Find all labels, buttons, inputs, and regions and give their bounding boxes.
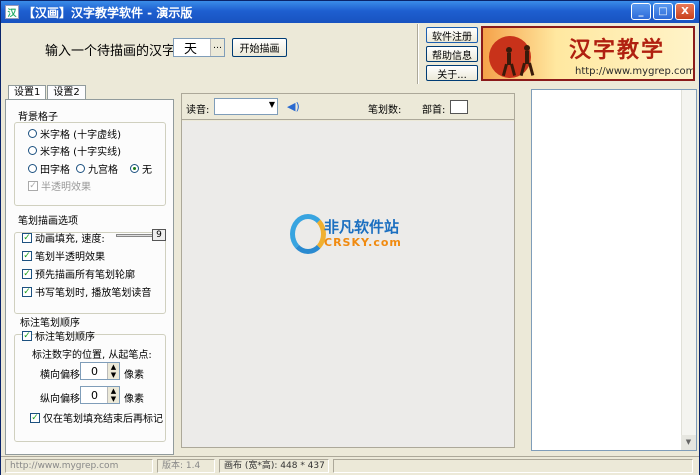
register-button[interactable]: 软件注册 xyxy=(426,27,478,43)
stroke-count-label: 笔划数: xyxy=(368,105,402,116)
h-offset-spinner[interactable]: 0 ▲ ▼ xyxy=(80,362,120,380)
radio-circle xyxy=(28,129,37,138)
radio-grid-dashed[interactable]: 米字格 (十字虚线) xyxy=(28,126,121,141)
v-offset-spinner[interactable]: 0 ▲ ▼ xyxy=(80,386,120,404)
radio-label: 无 xyxy=(142,165,152,176)
brand-banner[interactable]: 汉字教学 http://www.mygrep.com xyxy=(481,26,695,81)
radical-box xyxy=(450,100,468,114)
stroke-order-label: 标注笔划顺序 xyxy=(20,318,80,329)
crsky-logo-icon xyxy=(290,214,326,254)
v-offset-label: 纵向偏移: xyxy=(40,394,84,405)
about-button[interactable]: 关于... xyxy=(426,65,478,81)
speed-slider[interactable]: 9 xyxy=(116,229,166,241)
char-input[interactable]: 天 … xyxy=(173,38,225,57)
radio-label: 田字格 xyxy=(40,165,70,176)
tab-settings2[interactable]: 设置2 xyxy=(47,85,86,100)
main-window: 汉 【汉画】汉字教学软件 - 演示版 _ □ X 输入一个待描画的汉字: 天 …… xyxy=(0,0,700,475)
h-offset-unit: 像素 xyxy=(124,370,144,381)
status-bar: http://www.mygrep.com 版本: 1.4 画布 (宽*高): … xyxy=(1,456,699,475)
walking-people-icon xyxy=(501,45,535,77)
watermark-cn: 非凡软件站 xyxy=(324,218,400,236)
checkbox-label: 动画填充, 速度: xyxy=(35,234,105,245)
app-icon: 汉 xyxy=(5,5,19,19)
radio-label: 米字格 (十字实线) xyxy=(40,147,121,158)
v-offset-value: 0 xyxy=(91,388,98,402)
banner-title: 汉字教学 xyxy=(569,37,666,63)
maximize-button[interactable]: □ xyxy=(653,3,673,20)
char-prompt-label: 输入一个待描画的汉字: xyxy=(45,44,180,59)
checkbox-box: ✓ xyxy=(30,412,40,423)
checkbox-prerender-outline[interactable]: ✓ 预先描画所有笔划轮廓 xyxy=(22,266,135,281)
scroll-down-icon[interactable]: ▼ xyxy=(681,435,696,450)
start-draw-button[interactable]: 开始描画 xyxy=(232,38,287,57)
checkbox-box: ✓ xyxy=(22,250,32,261)
radio-circle xyxy=(28,164,37,173)
position-label: 标注数字的位置, 从起笔点: xyxy=(32,350,152,361)
radio-label: 九宫格 xyxy=(88,165,118,176)
checkbox-play-sound[interactable]: ✓ 书写笔划时, 播放笔划读音 xyxy=(22,284,151,299)
settings-panel: 设置1 设置2 背景格子 米字格 (十字虚线) 米字格 (十字实线) 田字格 九… xyxy=(5,85,174,455)
checkbox-mark-after-fill[interactable]: ✓ 仅在笔划填充结束后再标记 xyxy=(30,410,163,425)
status-version: 版本: 1.4 xyxy=(157,459,215,473)
char-dropdown-button[interactable]: … xyxy=(210,39,224,56)
checkbox-box: ✓ xyxy=(22,268,32,279)
radical-label: 部首: xyxy=(422,105,446,116)
checkbox-anim-fill[interactable]: ✓ 动画填充, 速度: xyxy=(22,230,105,245)
window-title: 【汉画】汉字教学软件 - 演示版 xyxy=(23,5,193,20)
checkbox-mark-order[interactable]: ✓ 标注笔划顺序 xyxy=(22,328,95,343)
radio-circle xyxy=(28,146,37,155)
speed-value: 9 xyxy=(152,229,166,241)
toolbar-separator xyxy=(417,24,419,84)
radio-none[interactable]: 无 xyxy=(130,161,152,176)
checkbox-grid-translucent[interactable]: ✓ 半透明效果 xyxy=(28,178,91,193)
status-url: http://www.mygrep.com xyxy=(5,459,153,473)
checkbox-label: 书写笔划时, 播放笔划读音 xyxy=(35,288,152,299)
watermark: 非凡软件站 CRSKY.com xyxy=(290,214,410,258)
char-info-bar: 读音: ▼ ◀) 笔划数: 部首: xyxy=(182,94,514,120)
help-button[interactable]: 帮助信息 xyxy=(426,46,478,62)
vertical-scrollbar[interactable]: ▼ xyxy=(681,90,696,450)
radio-circle xyxy=(130,164,139,173)
right-list-panel[interactable]: ▼ xyxy=(531,89,697,451)
title-bar[interactable]: 汉 【汉画】汉字教学软件 - 演示版 _ □ X xyxy=(1,1,699,23)
tab-content: 背景格子 米字格 (十字虚线) 米字格 (十字实线) 田字格 九宫格 无 ✓ 半透… xyxy=(5,99,174,455)
status-canvas-size: 画布 (宽*高): 448 * 437 xyxy=(219,459,329,473)
drawing-canvas[interactable]: 非凡软件站 CRSKY.com xyxy=(182,121,514,447)
checkbox-label: 标注笔划顺序 xyxy=(35,332,95,343)
banner-url: http://www.mygrep.com xyxy=(575,66,695,77)
checkbox-label: 半透明效果 xyxy=(41,182,91,193)
checkbox-box: ✓ xyxy=(22,330,32,341)
radio-grid-solid[interactable]: 米字格 (十字实线) xyxy=(28,143,121,158)
char-input-value: 天 xyxy=(184,42,198,57)
watermark-en: CRSKY.com xyxy=(324,236,402,249)
close-button[interactable]: X xyxy=(675,3,695,20)
speaker-icon[interactable]: ◀) xyxy=(287,100,301,113)
slider-track xyxy=(116,234,154,237)
checkbox-stroke-translucent[interactable]: ✓ 笔划半透明效果 xyxy=(22,248,105,263)
stroke-options-label: 笔划描画选项 xyxy=(18,216,78,227)
radio-label: 米字格 (十字虚线) xyxy=(40,130,121,141)
checkbox-label: 仅在笔划填充结束后再标记 xyxy=(43,414,163,425)
checkbox-box: ✓ xyxy=(28,180,38,191)
status-empty xyxy=(333,459,693,473)
checkbox-label: 笔划半透明效果 xyxy=(35,252,105,263)
checkbox-label: 预先描画所有笔划轮廓 xyxy=(35,270,135,281)
chevron-down-icon[interactable]: ▼ xyxy=(269,100,275,109)
h-offset-label: 横向偏移: xyxy=(40,370,84,381)
minimize-button[interactable]: _ xyxy=(631,3,651,20)
top-toolbar: 输入一个待描画的汉字: 天 … 开始描画 软件注册 帮助信息 关于... 汉字教… xyxy=(3,24,699,84)
spinner-arrows-icon[interactable]: ▲ ▼ xyxy=(107,363,119,379)
pronunciation-combo[interactable]: ▼ xyxy=(214,98,278,115)
spinner-arrows-icon[interactable]: ▲ ▼ xyxy=(107,387,119,403)
background-grid-label: 背景格子 xyxy=(18,112,58,123)
radio-tian-grid[interactable]: 田字格 xyxy=(28,161,70,176)
drawing-area: 读音: ▼ ◀) 笔划数: 部首: 非凡软件站 CRSKY.com xyxy=(181,93,515,448)
radio-nine-grid[interactable]: 九宫格 xyxy=(76,161,118,176)
v-offset-unit: 像素 xyxy=(124,394,144,405)
pronunciation-label: 读音: xyxy=(186,105,210,116)
h-offset-value: 0 xyxy=(91,364,98,378)
checkbox-box: ✓ xyxy=(22,232,32,243)
radio-circle xyxy=(76,164,85,173)
checkbox-box: ✓ xyxy=(22,286,32,297)
